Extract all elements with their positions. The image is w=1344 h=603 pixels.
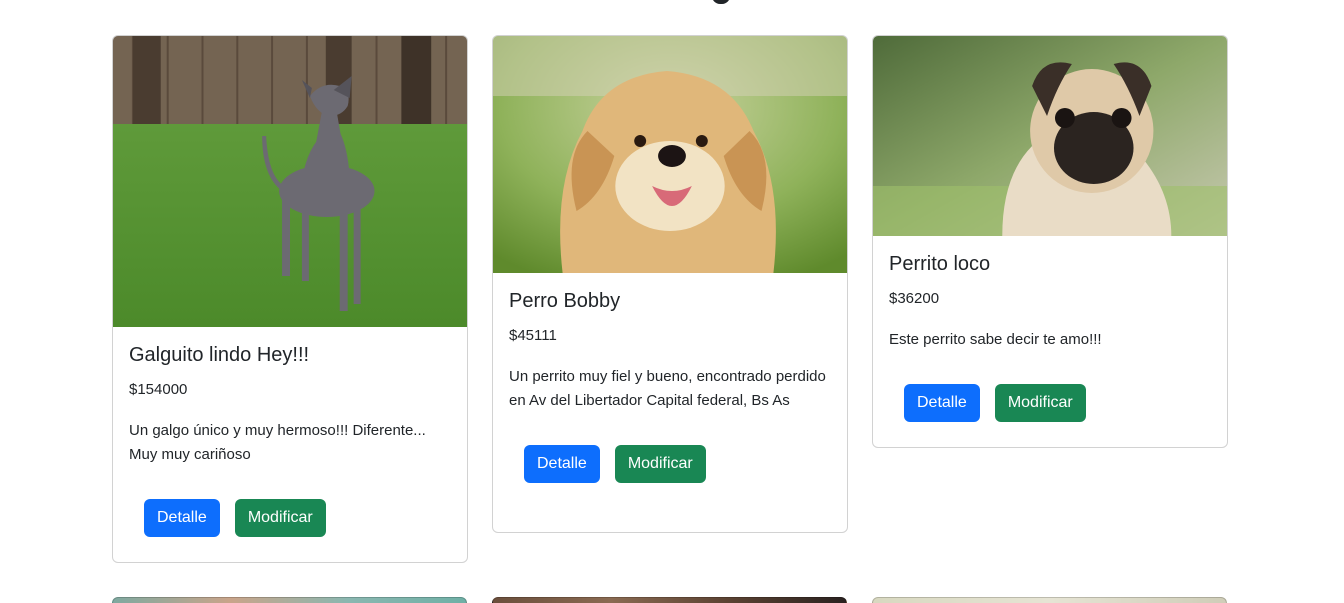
card-description: Este perrito sabe decir te amo!!! <box>889 331 1102 348</box>
card-title: Perro Bobby <box>509 290 621 312</box>
product-card-partial <box>872 597 1227 603</box>
card-image-golden-retriever <box>493 36 847 273</box>
card-title: Galguito lindo Hey!!! <box>129 344 310 366</box>
modify-button[interactable]: Modificar <box>994 384 1086 422</box>
card-body: Perrito loco $36200 Este perrito sabe de… <box>873 236 1227 422</box>
detail-button[interactable]: Detalle <box>524 445 600 483</box>
product-card-galguito: Galguito lindo Hey!!! $154000 Un galgo ú… <box>112 35 468 563</box>
card-description: Un perrito muy fiel y bueno, encontrado … <box>509 368 826 409</box>
card-body: Galguito lindo Hey!!! $154000 Un galgo ú… <box>113 327 467 537</box>
product-card-perrito-loco: Perrito loco $36200 Este perrito sabe de… <box>872 35 1228 448</box>
card-price: $36200 <box>889 290 940 307</box>
page-heading-fragment <box>712 0 730 4</box>
product-card-partial <box>112 597 467 603</box>
card-price: $154000 <box>129 381 188 398</box>
modify-button[interactable]: Modificar <box>234 499 326 537</box>
card-image-greyhound <box>113 36 467 327</box>
card-image-pug <box>873 36 1227 236</box>
card-price: $45111 <box>509 327 557 344</box>
product-card-partial <box>492 597 847 603</box>
detail-button[interactable]: Detalle <box>904 384 980 422</box>
card-body: Perro Bobby $45111 Un perrito muy fiel y… <box>493 273 847 483</box>
product-card-bobby: Perro Bobby $45111 Un perrito muy fiel y… <box>492 35 848 533</box>
card-title: Perrito loco <box>889 253 991 275</box>
modify-button[interactable]: Modificar <box>614 445 706 483</box>
card-actions: Detalle Modificar <box>889 384 1211 422</box>
detail-button[interactable]: Detalle <box>144 499 220 537</box>
card-description: Un galgo único y muy hermoso!!! Diferent… <box>129 422 426 463</box>
card-actions: Detalle Modificar <box>129 499 451 537</box>
card-actions: Detalle Modificar <box>509 445 831 483</box>
